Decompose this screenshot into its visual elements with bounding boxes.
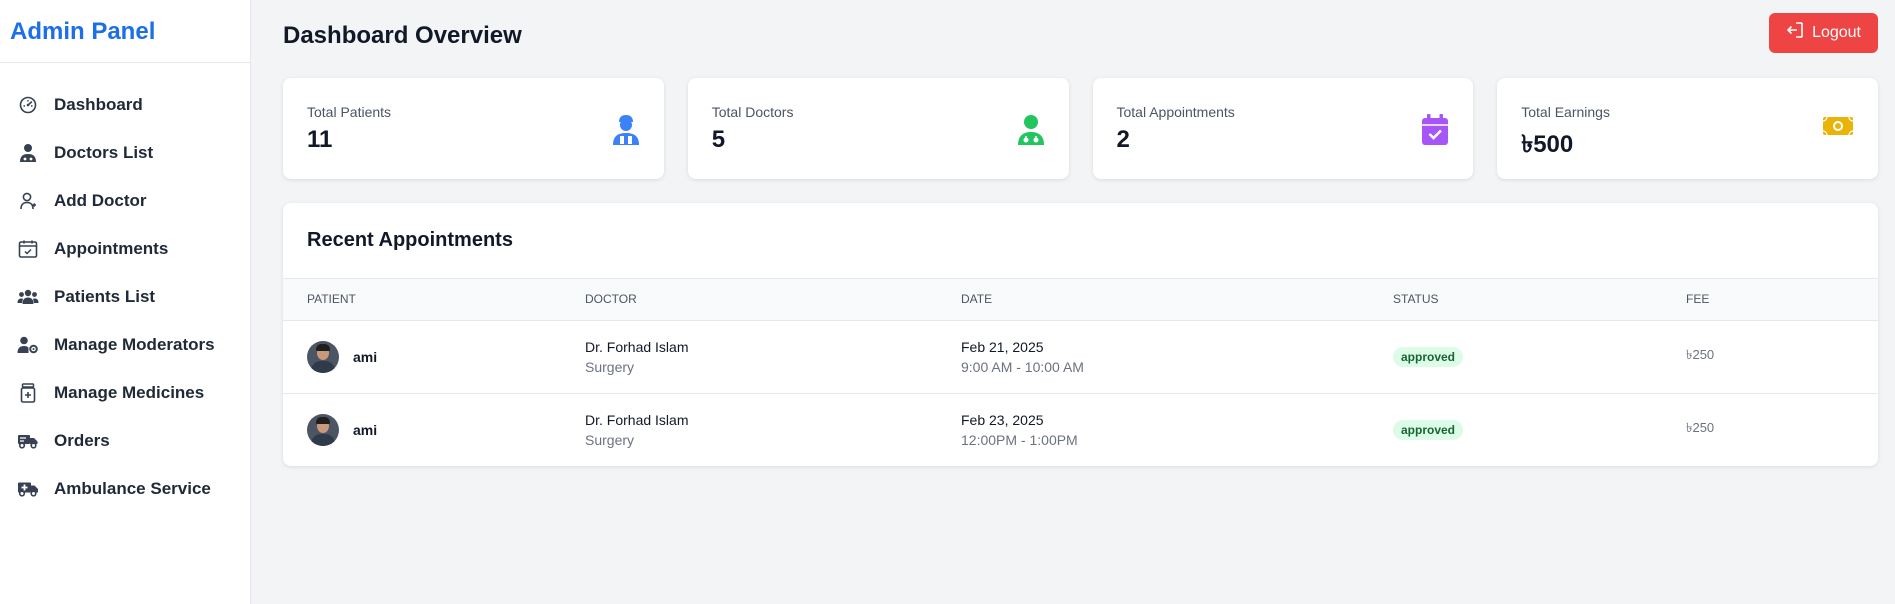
- stat-card-total-doctors: Total Doctors 5: [687, 78, 1069, 179]
- table-row[interactable]: ami Dr. Forhad Islam Surgery Feb 21, 202…: [283, 320, 1878, 393]
- money-icon: [1822, 114, 1854, 179]
- ambulance-icon: [17, 478, 39, 500]
- doctor-icon: [1017, 114, 1045, 179]
- logout-icon: [1786, 21, 1804, 44]
- stats-cards: Total Patients 11 Total Doctors 5 Total …: [283, 78, 1878, 179]
- appointment-time: 9:00 AM - 10:00 AM: [961, 358, 1084, 375]
- doctor-name: Dr. Forhad Islam: [585, 338, 689, 355]
- stat-card-total-appointments: Total Appointments 2: [1092, 78, 1474, 179]
- sidebar-item-label: Patients List: [54, 287, 156, 306]
- sidebar-nav: Dashboard Doctors List Add Doctor Appoin…: [0, 63, 250, 513]
- status-badge: approved: [1393, 346, 1464, 367]
- sidebar-item-manage-moderators[interactable]: Manage Moderators: [0, 321, 250, 369]
- table-header-row: Patient Doctor Date Status Fee: [283, 279, 1878, 320]
- calendar-check-icon: [17, 238, 39, 260]
- sidebar-item-orders[interactable]: Orders: [0, 417, 250, 465]
- sidebar-item-dashboard[interactable]: Dashboard: [0, 81, 250, 129]
- brand-title[interactable]: Admin Panel: [10, 18, 155, 45]
- sidebar-item-doctors-list[interactable]: Doctors List: [0, 129, 250, 177]
- sidebar-item-label: Manage Moderators: [54, 335, 215, 354]
- logout-label: Logout: [1812, 23, 1861, 41]
- sidebar-item-manage-medicines[interactable]: Manage Medicines: [0, 369, 250, 417]
- appointment-date: Feb 21, 2025: [961, 338, 1044, 355]
- topbar: Dashboard Overview Logout: [283, 0, 1878, 72]
- fee-value: ৳250: [1686, 347, 1715, 362]
- stat-label: Total Patients: [307, 104, 392, 120]
- panel-title: Recent Appointments: [283, 203, 1878, 279]
- truck-icon: [17, 430, 39, 452]
- users-icon: [17, 286, 39, 308]
- stat-card-total-patients: Total Patients 11: [283, 78, 664, 179]
- patient-cell: ami: [283, 413, 585, 446]
- gauge-icon: [17, 94, 39, 116]
- sidebar-item-label: Ambulance Service: [54, 479, 211, 498]
- sidebar-item-label: Add Doctor: [54, 191, 147, 210]
- table-row[interactable]: ami Dr. Forhad Islam Surgery Feb 23, 202…: [283, 393, 1878, 466]
- sidebar-item-ambulance-service[interactable]: Ambulance Service: [0, 465, 250, 513]
- medicine-icon: [17, 382, 39, 404]
- sidebar-item-label: Appointments: [54, 239, 169, 258]
- stat-label: Total Earnings: [1521, 104, 1610, 120]
- logout-button[interactable]: Logout: [1769, 12, 1878, 53]
- sidebar-item-label: Dashboard: [54, 95, 143, 114]
- user-add-icon: [17, 190, 39, 212]
- doctor-specialty: Surgery: [585, 358, 635, 375]
- column-header-date: Date: [961, 292, 993, 307]
- stat-label: Total Doctors: [711, 104, 794, 120]
- sidebar-item-label: Manage Medicines: [54, 383, 205, 402]
- user-gear-icon: [17, 334, 39, 356]
- appointments-table: Patient Doctor Date Status Fee ami: [283, 279, 1878, 466]
- patient-name: ami: [353, 348, 378, 365]
- sidebar-item-appointments[interactable]: Appointments: [0, 225, 250, 273]
- patient-name: ami: [353, 421, 378, 438]
- fee-value: ৳250: [1686, 420, 1715, 436]
- appointment-time: 12:00PM - 1:00PM: [961, 431, 1078, 448]
- patient-cell: ami: [283, 340, 585, 373]
- sidebar-item-label: Orders: [54, 431, 110, 450]
- stat-value: 11: [307, 126, 333, 153]
- sidebar-item-add-doctor[interactable]: Add Doctor: [0, 177, 250, 225]
- recent-appointments-panel: Recent Appointments Patient Doctor Date …: [283, 203, 1878, 466]
- avatar: [307, 340, 339, 373]
- stat-label: Total Appointments: [1116, 104, 1235, 120]
- stat-value: ৳500: [1521, 131, 1574, 158]
- column-header-fee: Fee: [1686, 292, 1710, 307]
- main-content: Dashboard Overview Logout Total Patients…: [251, 0, 1895, 604]
- column-header-status: Status: [1393, 292, 1439, 307]
- column-header-patient: Patient: [307, 292, 356, 307]
- status-badge: approved: [1393, 419, 1464, 440]
- sidebar-item-patients-list[interactable]: Patients List: [0, 273, 250, 321]
- doctor-name: Dr. Forhad Islam: [585, 411, 689, 428]
- column-header-doctor: Doctor: [585, 292, 637, 307]
- brand: Admin Panel: [0, 0, 250, 63]
- stat-card-total-earnings: Total Earnings ৳500: [1497, 78, 1878, 179]
- stat-value: 2: [1116, 126, 1130, 153]
- patient-icon: [612, 114, 640, 179]
- doctor-icon: [17, 142, 39, 164]
- calendar-check-icon: [1421, 114, 1449, 179]
- sidebar-item-label: Doctors List: [54, 143, 154, 162]
- stat-value: 5: [711, 126, 726, 153]
- sidebar: Admin Panel Dashboard Doctors List Add D…: [0, 0, 251, 604]
- appointment-date: Feb 23, 2025: [961, 411, 1044, 428]
- page-title: Dashboard Overview: [283, 22, 522, 49]
- avatar: [307, 413, 339, 446]
- doctor-specialty: Surgery: [585, 431, 635, 448]
